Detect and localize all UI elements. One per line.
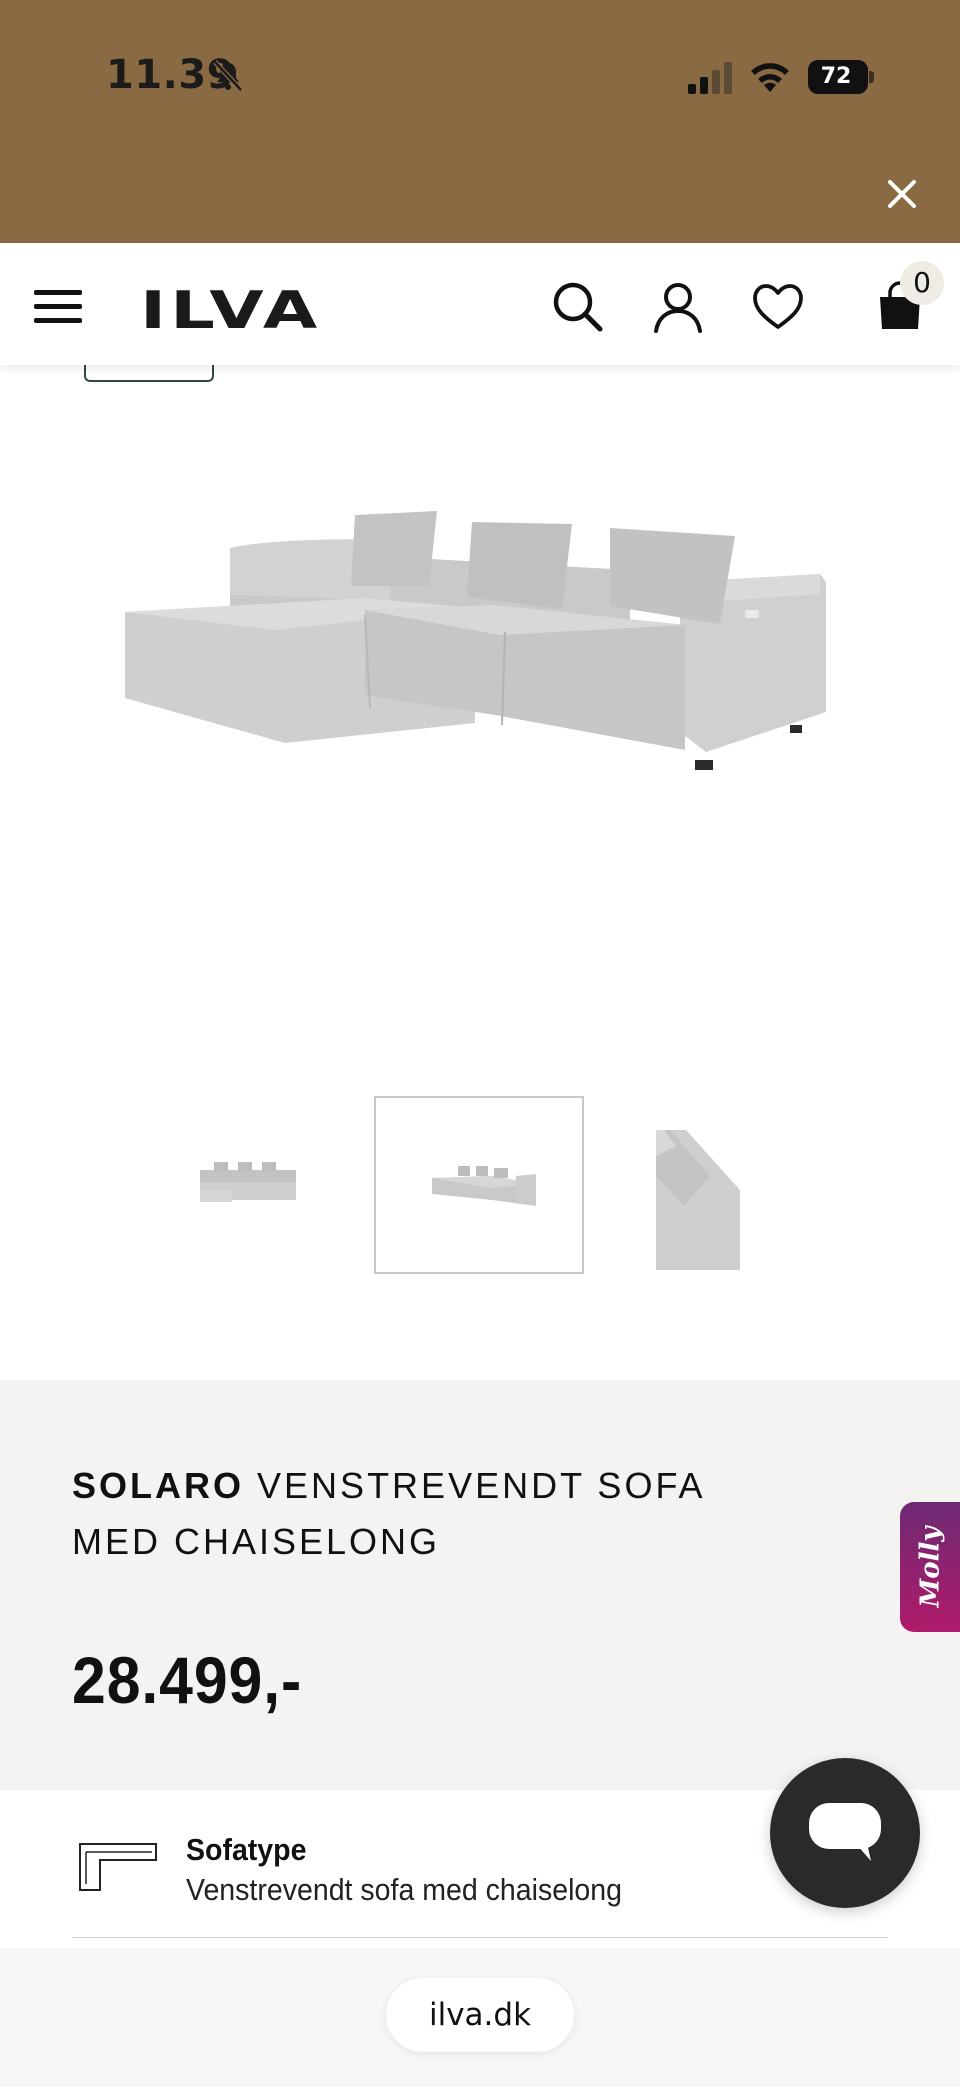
menu-icon[interactable] (34, 287, 84, 327)
product-title: SOLARO VENSTREVENDT SOFA MED CHAISELONG (72, 1458, 792, 1570)
chaiselong-sofa-icon (79, 1843, 157, 1891)
molly-label: Molly (915, 1526, 946, 1608)
site-header: ILVA 0 (0, 243, 960, 365)
product-price: 28.499,- (72, 1643, 303, 1717)
bell-muted-icon (213, 60, 243, 92)
close-icon[interactable] (884, 176, 920, 212)
product-brand: SOLARO (72, 1465, 245, 1506)
sofa-detail-thumbnail[interactable] (600, 1096, 810, 1274)
sofatype-label: Sofatype (186, 1832, 307, 1867)
battery-level: 72 (820, 64, 852, 89)
sofatype-row[interactable]: Sofatype Venstrevendt sofa med chaiselon… (72, 1790, 888, 1938)
wifi-icon (751, 63, 789, 92)
molly-assistant-tab[interactable]: Molly (900, 1502, 960, 1632)
top-banner: 11.39 72 (0, 0, 960, 243)
product-info: SOLARO VENSTREVENDT SOFA MED CHAISELONG … (0, 1380, 960, 1790)
sofa-chaiselong-image[interactable] (110, 480, 850, 800)
cart-count-badge: 0 (900, 261, 944, 305)
battery-icon: 72 (808, 60, 874, 96)
signal-icon (688, 62, 732, 94)
sofa-angle-thumbnail[interactable] (374, 1096, 584, 1274)
chat-button[interactable] (770, 1758, 920, 1908)
search-icon[interactable] (550, 279, 606, 335)
ilva-logo[interactable]: ILVA (140, 281, 321, 341)
chat-icon (809, 1803, 881, 1861)
user-icon[interactable] (650, 279, 706, 335)
heart-icon[interactable] (750, 279, 806, 335)
url-bar[interactable]: ilva.dk (386, 1978, 574, 2052)
sofa-front-thumbnail[interactable] (164, 1096, 374, 1274)
sofatype-value: Venstrevendt sofa med chaiselong (186, 1872, 623, 1907)
